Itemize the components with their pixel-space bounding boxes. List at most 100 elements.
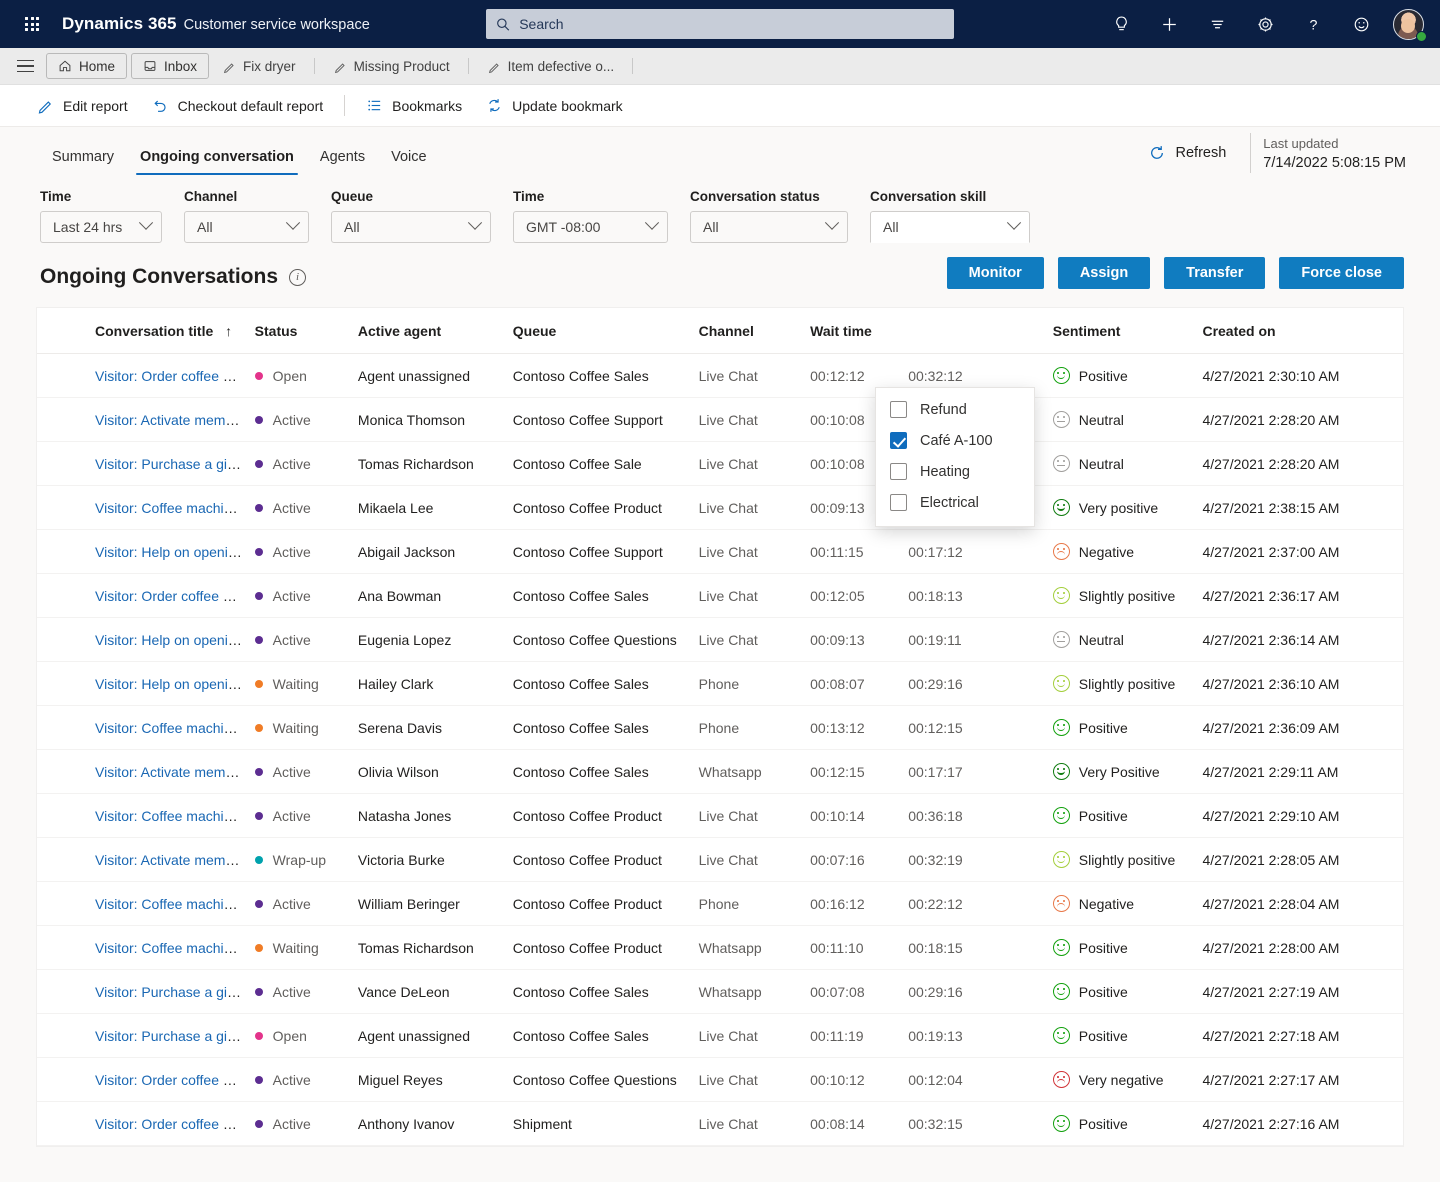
skill-option-refund[interactable]: Refund [876,394,1034,425]
column-duration[interactable] [902,308,1047,354]
cell-created-on: 4/27/2021 2:29:11 AM [1196,749,1403,794]
cell-channel: Live Chat [692,1101,805,1146]
edit-report-button[interactable]: Edit report [26,89,139,123]
search-input[interactable] [519,16,944,32]
queue-dropdown[interactable]: All [331,211,491,243]
conversation-title-link[interactable]: Visitor: Order coffee bean s... [95,1116,249,1132]
table-row[interactable]: Visitor: Coffee machine issu...ActiveMik… [37,485,1403,530]
status-dot [254,987,263,996]
conversation-title-link[interactable]: Visitor: Purchase a gift card... [95,1028,249,1044]
checkbox[interactable] [890,494,907,511]
app-tab-home[interactable]: Home [46,53,128,79]
checkbox[interactable] [890,463,907,480]
conversation-title-link[interactable]: Visitor: Activate membersh... [95,764,249,780]
column-status[interactable]: Status [248,308,352,354]
conversation-title-link[interactable]: Visitor: Help on opening an... [95,632,249,648]
cell-queue: Contoso Coffee Product [506,485,693,530]
menu-icon[interactable] [8,51,42,81]
table-row[interactable]: Visitor: Activate membersh...ActiveOlivi… [37,749,1403,794]
conversation-title-link[interactable]: Visitor: Coffee machine issu... [95,808,249,824]
help-icon[interactable]: ? [1290,4,1336,44]
table-row[interactable]: Visitor: Order coffee bean s...ActiveAnt… [37,1101,1403,1146]
conversation-title-link[interactable]: Visitor: Coffee machine issu... [95,940,249,956]
tab-agents[interactable]: Agents [308,149,377,175]
session-tab-missing-product[interactable]: Missing Product [324,53,459,79]
channel-dropdown[interactable]: All [184,211,309,243]
checkbox[interactable] [890,432,907,449]
column-channel[interactable]: Channel [692,308,805,354]
checkout-default-report-button[interactable]: Checkout default report [141,89,335,123]
avatar[interactable] [1386,0,1430,48]
monitor-button[interactable]: Monitor [946,257,1044,289]
conversation-title-link[interactable]: Visitor: Activate membersh... [95,412,249,428]
session-tab-item-defective[interactable]: Item defective o... [478,53,624,79]
tab-ongoing-conversation[interactable]: Ongoing conversation [128,149,306,175]
global-search[interactable] [486,9,954,39]
conversation-title-link[interactable]: Visitor: Coffee machine issu... [95,720,249,736]
table-row[interactable]: Visitor: Coffee machine issu...WaitingTo… [37,925,1403,970]
conversation-title-link[interactable]: Visitor: Order coffee bean s... [95,368,249,384]
filter-icon[interactable] [1194,4,1240,44]
app-tab-inbox[interactable]: Inbox [131,53,210,79]
force-close-button[interactable]: Force close [1279,257,1404,289]
table-row[interactable]: Visitor: Purchase a gift card...ActiveVa… [37,969,1403,1014]
table-row[interactable]: Visitor: Order coffee bean s...ActiveAna… [37,573,1403,618]
table-row[interactable]: Visitor: Help on opening an...ActiveAbig… [37,529,1403,574]
conversation-status-dropdown[interactable]: All [690,211,848,243]
cell-created-on: 4/27/2021 2:36:10 AM [1196,661,1403,706]
conversation-skill-dropdown[interactable]: All [870,211,1030,243]
conversation-title-link[interactable]: Visitor: Coffee machine issu... [95,896,249,912]
conversation-title-link[interactable]: Visitor: Purchase a gift card... [95,456,249,472]
conversation-title-link[interactable]: Visitor: Order coffee bean s... [95,588,249,604]
skill-option-electrical[interactable]: Electrical [876,487,1034,518]
checkbox[interactable] [890,401,907,418]
conversation-title-link[interactable]: Visitor: Help on opening an... [95,544,249,560]
table-row[interactable]: Visitor: Coffee machine issu...ActiveWil… [37,881,1403,926]
refresh-button[interactable]: Refresh [1136,136,1239,170]
table-row[interactable]: Visitor: Help on opening an...WaitingHai… [37,661,1403,706]
conversation-title-link[interactable]: Visitor: Coffee machine issu... [95,500,249,516]
skill-option-caf-a-100[interactable]: Café A-100 [876,425,1034,456]
transfer-button[interactable]: Transfer [1164,257,1266,289]
column-queue[interactable]: Queue [506,308,693,354]
bookmarks-button[interactable]: Bookmarks [355,89,473,123]
table-row[interactable]: Visitor: Coffee machine issu...WaitingSe… [37,705,1403,750]
conversation-title-link[interactable]: Visitor: Help on opening an... [95,676,249,692]
tab-voice[interactable]: Voice [379,149,438,175]
table-row[interactable]: Visitor: Help on opening an...ActiveEuge… [37,617,1403,662]
table-row[interactable]: Visitor: Order coffee bean s...OpenAgent… [37,353,1403,398]
table-row[interactable]: Visitor: Order coffee bean s...ActiveMig… [37,1057,1403,1102]
column-created-on[interactable]: Created on [1196,308,1403,354]
cell-duration: 00:22:12 [902,881,1047,926]
table-row[interactable]: Visitor: Purchase a gift card...ActiveTo… [37,441,1403,486]
time-range-dropdown[interactable]: Last 24 hrs [40,211,162,243]
timezone-dropdown[interactable]: GMT -08:00 [513,211,668,243]
app-launcher-icon[interactable] [12,4,52,44]
skill-option-heating[interactable]: Heating [876,456,1034,487]
cell-sentiment: Positive [1046,969,1197,1014]
plus-icon[interactable] [1146,4,1192,44]
cell-active-agent: Abigail Jackson [351,529,507,574]
lightbulb-icon[interactable] [1098,4,1144,44]
table-row[interactable]: Visitor: Purchase a gift card...OpenAgen… [37,1013,1403,1058]
table-row[interactable]: Visitor: Activate membersh...Wrap-upVict… [37,837,1403,882]
cell-status: Waiting [248,705,352,750]
table-row[interactable]: Visitor: Coffee machine issu...ActiveNat… [37,793,1403,838]
column-conversation-title[interactable]: Conversation title ↑ [37,308,249,354]
column-sentiment[interactable]: Sentiment [1046,308,1197,354]
table-row[interactable]: Visitor: Activate membersh...ActiveMonic… [37,397,1403,442]
info-icon[interactable]: i [289,268,307,286]
gear-icon[interactable] [1242,4,1288,44]
smiley-icon[interactable] [1338,4,1384,44]
tab-summary[interactable]: Summary [40,149,126,175]
conversation-skill-options-panel[interactable]: Refund Café A-100 Heating Electrical [875,387,1035,527]
conversation-title-link[interactable]: Visitor: Purchase a gift card... [95,984,249,1000]
column-wait-time[interactable]: Wait time [804,308,903,354]
column-active-agent[interactable]: Active agent [351,308,507,354]
session-tab-fix-dryer[interactable]: Fix dryer [213,53,305,79]
conversation-title-link[interactable]: Visitor: Order coffee bean s... [95,1072,249,1088]
update-bookmark-button[interactable]: Update bookmark [475,89,634,123]
conversation-title-link[interactable]: Visitor: Activate membersh... [95,852,249,868]
assign-button[interactable]: Assign [1057,257,1151,289]
cell-queue: Shipment [506,1101,693,1146]
